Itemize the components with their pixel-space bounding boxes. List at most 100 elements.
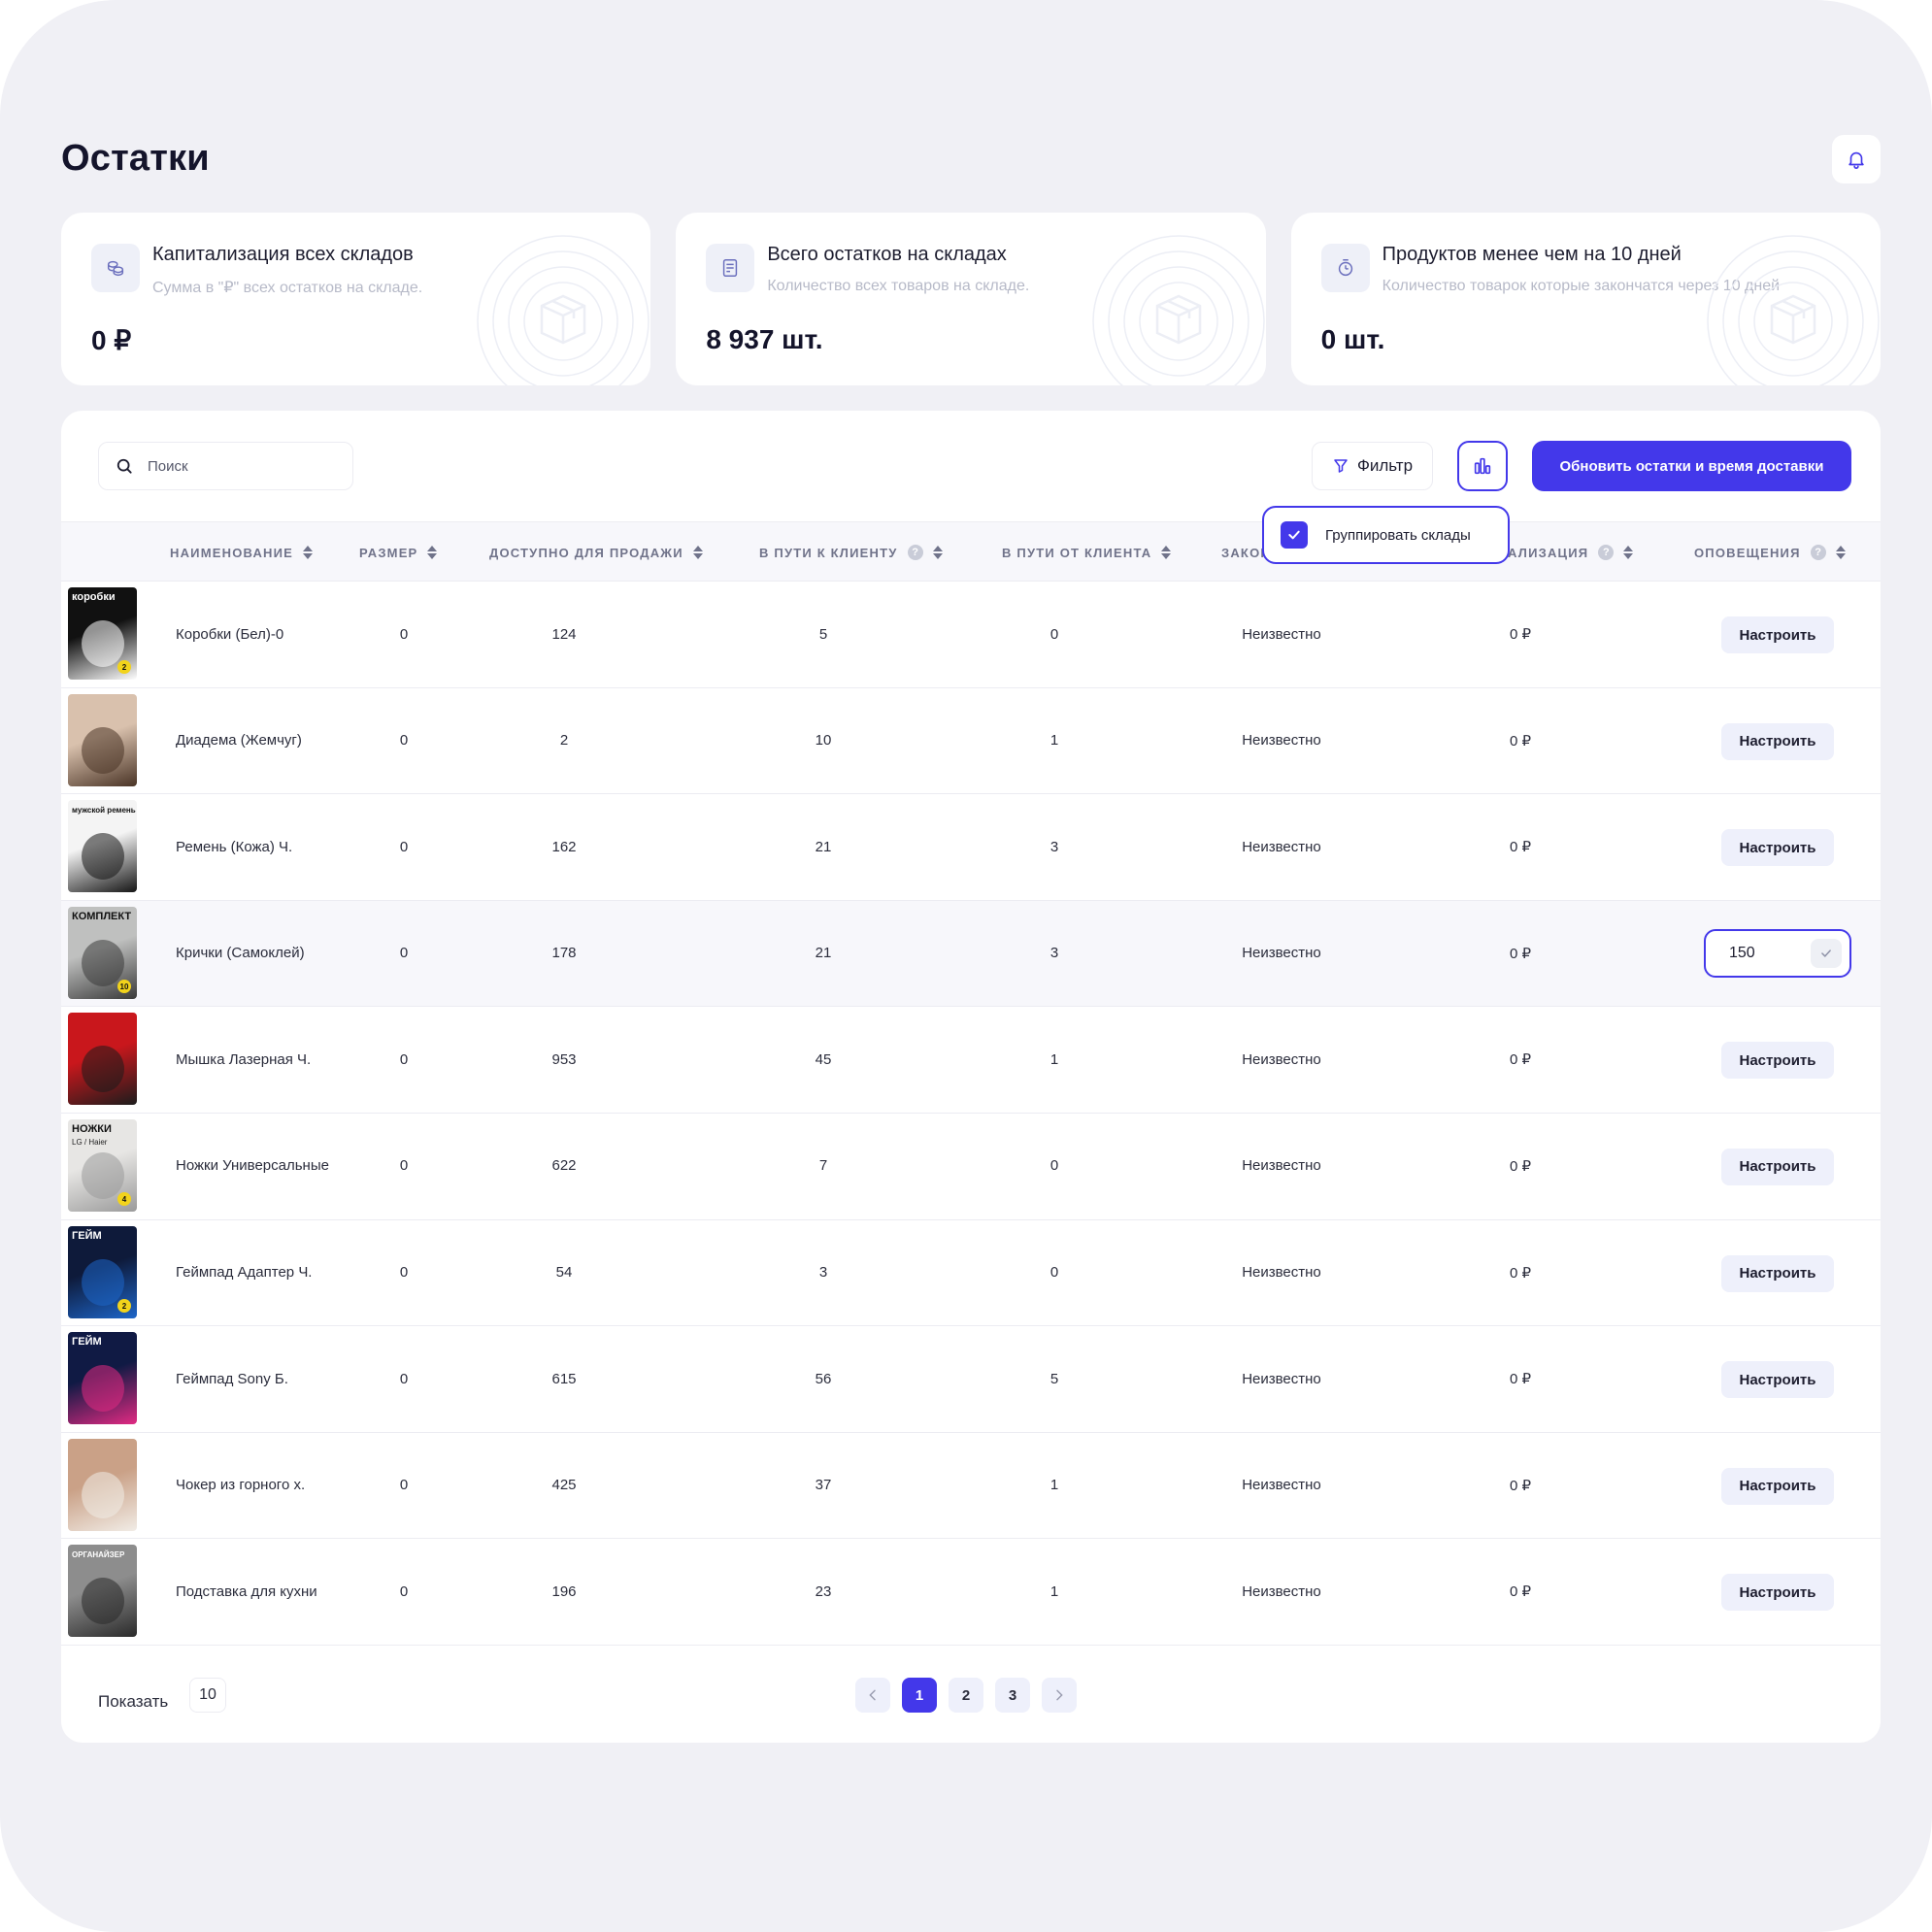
group-warehouses-checkbox[interactable] <box>1281 521 1308 549</box>
prev-page-button[interactable] <box>855 1678 890 1713</box>
cell-capitalization: 0 ₽ <box>1509 1371 1532 1388</box>
col-header-to-client[interactable]: В пути к клиенту ? <box>759 522 943 583</box>
help-icon[interactable]: ? <box>1598 545 1615 560</box>
page-size-select[interactable]: 10 <box>189 1678 226 1713</box>
cell-name[interactable]: Чокер из горного х. <box>176 1433 360 1538</box>
table-row[interactable]: Чокер из горного х. 0 425 37 1 Неизвестно 0 ₽ Н… <box>61 1433 1881 1540</box>
col-header-name[interactable]: Наименование <box>170 522 314 583</box>
page-button-2[interactable]: 2 <box>949 1678 983 1713</box>
check-icon <box>1288 530 1300 540</box>
product-thumbnail[interactable] <box>68 693 137 786</box>
filter-label: Фильтр <box>1356 456 1414 475</box>
card-value: 0 шт. <box>1320 324 1385 354</box>
notifications-button[interactable] <box>1832 135 1881 183</box>
cell-capitalization: 0 ₽ <box>1509 732 1532 749</box>
product-image: коробки 2 <box>72 591 131 674</box>
help-icon[interactable]: ? <box>907 545 923 560</box>
chart-toggle-button[interactable] <box>1457 441 1508 491</box>
sort-icon[interactable] <box>692 546 703 559</box>
product-thumbnail[interactable]: коробки 2 <box>68 587 137 680</box>
coins-icon <box>91 244 140 292</box>
sort-icon[interactable] <box>1835 546 1846 559</box>
cell-capitalization: 0 ₽ <box>1509 945 1532 962</box>
col-header-size[interactable]: Размер <box>359 522 438 583</box>
cell-name[interactable]: Подставка для кухни <box>176 1539 360 1644</box>
col-header-available[interactable]: Доступно для продажи <box>489 522 703 583</box>
table-row[interactable]: ГЕЙМ 2 Геймпад Адаптер Ч. 0 54 3 0 Неизвестно 0 … <box>61 1220 1881 1327</box>
cell-to-client: 3 <box>818 1264 828 1282</box>
table-row[interactable]: КОМПЛЕКТ 10 Крички (Самоклей) 0 178 21 3 Неизве… <box>61 900 1881 1008</box>
sort-icon[interactable] <box>427 546 438 559</box>
cell-to-client: 21 <box>815 945 832 962</box>
setup-notification-button[interactable]: Настроить <box>1721 1467 1834 1505</box>
setup-notification-button[interactable]: Настроить <box>1721 722 1834 760</box>
col-header-from-client[interactable]: В пути от клиента <box>1002 522 1172 583</box>
next-page-button[interactable] <box>1042 1678 1077 1713</box>
sort-icon[interactable] <box>1623 546 1634 559</box>
chevron-left-icon <box>869 1689 876 1701</box>
setup-notification-button[interactable]: Настроить <box>1721 1042 1834 1080</box>
cell-name[interactable]: Диадема (Жемчуг) <box>176 688 360 793</box>
product-thumbnail[interactable]: НОЖКИ LG / Haier 4 <box>68 1118 137 1212</box>
thumbnail-badge-text: 2 <box>122 1302 127 1311</box>
cell-capitalization: 0 ₽ <box>1509 1583 1532 1601</box>
setup-notification-button[interactable]: Настроить <box>1721 1148 1834 1185</box>
cell-size: 0 <box>399 1264 409 1282</box>
table-row[interactable]: Мышка Лазерная Ч. 0 953 45 1 Неизвестно 0 ₽ Нас… <box>61 1007 1881 1114</box>
help-icon[interactable]: ? <box>1810 545 1826 560</box>
page-button-3[interactable]: 3 <box>995 1678 1030 1713</box>
cell-name[interactable]: Крички (Самоклей) <box>176 901 360 1006</box>
cell-name[interactable]: Ремень (Кожа) Ч. <box>176 794 360 899</box>
cell-name[interactable]: Геймпад Адаптер Ч. <box>176 1220 360 1325</box>
table-row[interactable]: ОРГАНАЙЗЕР Подставка для кухни 0 196 23 1 Неиз… <box>61 1539 1881 1646</box>
confirm-button[interactable] <box>1811 938 1842 968</box>
product-thumbnail[interactable]: ГЕЙМ 2 <box>68 1225 137 1318</box>
setup-notification-button[interactable]: Настроить <box>1721 1254 1834 1292</box>
group-warehouses-dropdown[interactable]: Группировать склады <box>1262 506 1510 564</box>
cell-name[interactable]: Коробки (Бел)-0 <box>176 582 360 686</box>
page-title: Остатки <box>61 138 210 179</box>
cell-to-client: 10 <box>815 732 832 749</box>
cell-from-client: 3 <box>1049 945 1059 962</box>
sort-icon[interactable] <box>1161 546 1172 559</box>
product-thumbnail[interactable]: ГЕЙМ <box>68 1332 137 1425</box>
table-row[interactable]: ГЕЙМ Геймпад Sony Б. 0 615 56 5 Неизвестно 0 ₽ Н… <box>61 1326 1881 1433</box>
setup-notification-button[interactable]: Настроить <box>1721 1361 1834 1399</box>
cell-name[interactable]: Ножки Универсальные <box>176 1114 360 1218</box>
setup-notification-button[interactable]: Настроить <box>1721 616 1834 653</box>
sort-icon[interactable] <box>303 546 314 559</box>
capitalization-card: Капитализация всех складов Сумма в "₽" в… <box>61 213 651 385</box>
setup-notification-button[interactable]: Настроить <box>1721 1574 1834 1612</box>
low-stock-card: Продуктов менее чем на 10 дней Количеств… <box>1290 213 1881 385</box>
search-input[interactable] <box>148 457 332 475</box>
notify-threshold-input[interactable]: 150 <box>1704 928 1851 978</box>
thumbnail-badge-text: 10 <box>120 983 129 991</box>
cell-name[interactable]: Геймпад Sony Б. <box>176 1326 360 1431</box>
product-thumbnail[interactable]: КОМПЛЕКТ 10 <box>68 906 137 999</box>
table-row[interactable]: Диадема (Жемчуг) 0 2 10 1 Неизвестно 0 ₽ Настро… <box>61 688 1881 795</box>
product-thumbnail[interactable] <box>68 1013 137 1106</box>
table-row[interactable]: мужской ремень Ремень (Кожа) Ч. 0 162 21 3 Неи… <box>61 794 1881 901</box>
table-row[interactable]: НОЖКИ LG / Haier 4 Ножки Универсальные 0 622 7… <box>61 1114 1881 1220</box>
col-header-notifications[interactable]: Оповещения ? <box>1694 522 1846 583</box>
setup-notification-button[interactable]: Настроить <box>1721 829 1834 867</box>
cell-available: 953 <box>551 1050 577 1068</box>
col-header-capitalization[interactable]: ализация ? <box>1508 522 1634 583</box>
update-stock-button[interactable]: Обновить остатки и время доставки <box>1532 441 1851 491</box>
filter-button[interactable]: Фильтр <box>1312 442 1433 490</box>
sort-icon[interactable] <box>932 546 943 559</box>
product-thumbnail[interactable] <box>68 1438 137 1531</box>
cell-capitalization: 0 ₽ <box>1509 1477 1532 1494</box>
search-box[interactable] <box>98 442 353 490</box>
table-row[interactable]: коробки 2 Коробки (Бел)-0 0 124 5 0 Неизвестно 0… <box>61 582 1881 688</box>
cell-size: 0 <box>399 1582 409 1600</box>
card-value: 8 937 шт. <box>706 324 823 354</box>
product-thumbnail[interactable]: мужской ремень <box>68 800 137 893</box>
chevron-right-icon <box>1056 1689 1063 1701</box>
product-thumbnail[interactable]: ОРГАНАЙЗЕР <box>68 1545 137 1638</box>
cell-name[interactable]: Мышка Лазерная Ч. <box>176 1007 360 1112</box>
thumbnail-badge-text: 2 <box>122 663 127 672</box>
cell-size: 0 <box>399 625 409 643</box>
check-icon <box>1821 949 1831 957</box>
page-button-1[interactable]: 1 <box>902 1678 937 1713</box>
